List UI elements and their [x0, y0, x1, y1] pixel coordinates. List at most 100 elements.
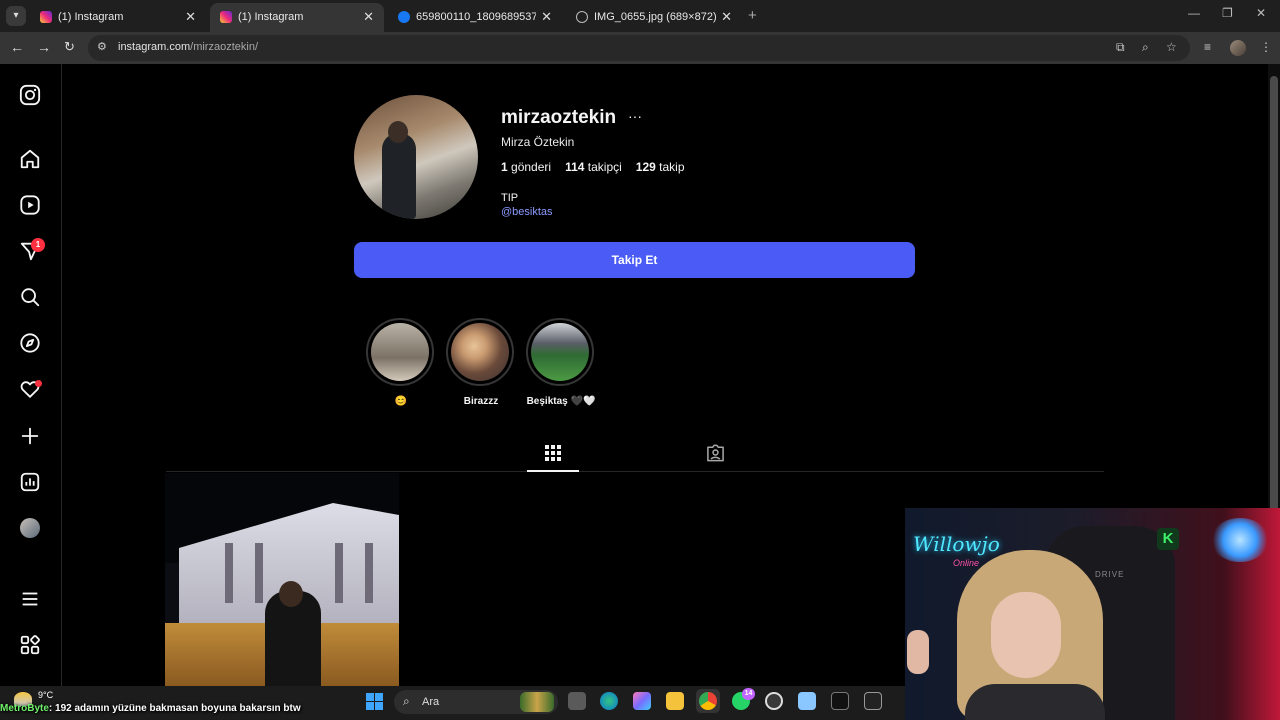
more-menu-icon[interactable]: ⋮	[1260, 40, 1272, 54]
followers-count: 114	[565, 160, 585, 174]
tagged-posts-icon[interactable]	[706, 444, 725, 462]
install-app-icon[interactable]: ⧉	[1116, 40, 1125, 55]
restore-icon[interactable]: ❐	[1222, 6, 1233, 20]
browser-tab-bar: ▾ (1) Instagram ✕ (1) Instagram ✕ 659800…	[0, 0, 1280, 32]
post-building-window	[225, 543, 233, 603]
windows-start-icon[interactable]	[366, 693, 383, 710]
profile-picture-head	[388, 121, 408, 143]
hamburger-menu-icon[interactable]	[19, 588, 41, 610]
weather-temperature[interactable]: 9°C	[38, 690, 53, 700]
following-count: 129	[635, 160, 656, 174]
post-building-window	[255, 543, 263, 603]
posts-count: 1	[501, 160, 508, 174]
tab-title: (1) Instagram	[58, 11, 124, 23]
posts-label: gönderi	[511, 160, 552, 174]
browser-tab-4[interactable]: IMG_0655.jpg (689×872) ✕	[566, 3, 742, 32]
following-label: takip	[659, 160, 685, 174]
close-tab-icon[interactable]: ✕	[185, 9, 196, 25]
browser-toolbar: ← → ↻ ⚙ instagram.com/mirzaoztekin/ ⧉ ⌕ …	[0, 32, 1280, 64]
bio-mention-link[interactable]: @besiktas	[501, 206, 553, 218]
new-tab-icon[interactable]: +	[748, 7, 757, 24]
blue-lamp	[1211, 518, 1269, 562]
instagram-sidebar: 1	[0, 64, 62, 686]
chat-username: MetroByte	[0, 703, 49, 714]
posts-stat: 1 gönderi	[501, 160, 551, 174]
taskbar-search[interactable]: ⌕ Ara	[394, 690, 558, 714]
more-options-icon[interactable]: ···	[628, 108, 642, 124]
post-building-window	[335, 543, 343, 603]
search-highlight-art	[520, 692, 554, 712]
copilot-icon[interactable]	[633, 692, 651, 710]
profile-picture[interactable]	[354, 95, 478, 219]
chat-ticker: MetroByte: 192 adamın yüzüne bakmasan bo…	[0, 703, 301, 719]
taskbar-search-placeholder: Ara	[422, 696, 440, 708]
back-arrow-icon[interactable]: ←	[10, 39, 24, 55]
followers-label: takipçi	[587, 160, 622, 174]
highlight-label-1: 😊	[394, 396, 408, 407]
tab-search-chevron-icon[interactable]: ▾	[6, 6, 26, 26]
neon-sign-sub: Online	[953, 558, 980, 568]
chrome-icon[interactable]	[699, 692, 717, 710]
chat-message: : 192 adamın yüzüne bakmasan boyuna baka…	[48, 703, 301, 714]
also-from-meta-icon[interactable]	[19, 634, 41, 656]
neon-sign: Willowjo	[913, 532, 1000, 556]
chair-brand-text: DRIVE	[1095, 570, 1125, 579]
explore-compass-icon[interactable]	[19, 332, 41, 354]
webcam-overlay: DRIVE Willowjo Online K	[905, 508, 1280, 720]
follow-button[interactable]: Takip Et	[354, 242, 915, 278]
browser-tab-3[interactable]: 659800110_180968953732838 ✕	[388, 3, 562, 32]
profile-full-name: Mirza Öztekin	[501, 135, 575, 149]
home-icon[interactable]	[19, 148, 41, 170]
post-thumbnail[interactable]	[165, 473, 399, 686]
obs-icon[interactable]	[765, 692, 783, 710]
bookmark-star-icon[interactable]: ☆	[1166, 40, 1177, 54]
start-tile	[366, 702, 374, 710]
close-tab-icon[interactable]: ✕	[363, 9, 374, 25]
following-stat[interactable]: 129 takip	[636, 160, 685, 174]
highlight-label-2: Birazzz	[463, 396, 499, 407]
post-person-head	[279, 581, 303, 607]
create-plus-icon[interactable]	[19, 425, 41, 447]
search-icon[interactable]	[19, 286, 41, 308]
tab-title: IMG_0655.jpg (689×872)	[594, 11, 717, 23]
address-bar[interactable]: ⚙ instagram.com/mirzaoztekin/ ⧉ ⌕ ☆	[88, 35, 1190, 61]
url-host: instagram.com	[118, 41, 191, 53]
close-tab-icon[interactable]: ✕	[721, 9, 732, 25]
close-tab-icon[interactable]: ✕	[541, 9, 552, 25]
messages-badge: 1	[31, 238, 45, 252]
streamer-face	[991, 592, 1061, 678]
url-text: instagram.com/mirzaoztekin/	[118, 41, 258, 53]
posts-grid-icon[interactable]	[545, 445, 561, 461]
edge-browser-icon[interactable]	[600, 692, 618, 710]
file-explorer-icon[interactable]	[666, 692, 684, 710]
site-info-icon[interactable]: ⚙	[97, 40, 107, 53]
story-highlight-3[interactable]	[526, 318, 594, 386]
reels-icon[interactable]	[19, 194, 41, 216]
profile-picture-figure	[382, 133, 416, 219]
dashboard-chart-icon[interactable]	[19, 471, 41, 493]
task-view-icon[interactable]	[568, 692, 586, 710]
tab-title: 659800110_180968953732838	[416, 11, 536, 23]
highlight-thumbnail	[371, 323, 429, 381]
profile-avatar[interactable]	[20, 518, 40, 538]
reading-list-icon[interactable]: ≡	[1204, 40, 1211, 54]
zoom-icon[interactable]: ⌕	[1142, 40, 1149, 55]
console-icon[interactable]	[864, 692, 882, 710]
active-tab-indicator	[527, 470, 579, 472]
story-highlight-2[interactable]	[446, 318, 514, 386]
forward-arrow-icon[interactable]: →	[37, 39, 51, 55]
reload-icon[interactable]: ↻	[64, 39, 75, 55]
story-highlight-1[interactable]	[366, 318, 434, 386]
terminal-icon[interactable]	[831, 692, 849, 710]
whatsapp-badge: 14	[742, 688, 755, 700]
browser-tab-1[interactable]: (1) Instagram ✕	[30, 3, 206, 32]
notepad-icon[interactable]	[798, 692, 816, 710]
followers-stat[interactable]: 114 takipçi	[565, 160, 622, 174]
profile-username: mirzaoztekin	[501, 107, 617, 128]
close-window-icon[interactable]: ✕	[1256, 6, 1266, 20]
browser-tab-2-active[interactable]: (1) Instagram ✕	[210, 3, 384, 32]
profile-avatar-icon[interactable]	[1230, 40, 1246, 56]
instagram-logo-icon[interactable]	[19, 84, 41, 106]
minimize-icon[interactable]: —	[1188, 6, 1200, 20]
instagram-icon	[220, 11, 232, 23]
